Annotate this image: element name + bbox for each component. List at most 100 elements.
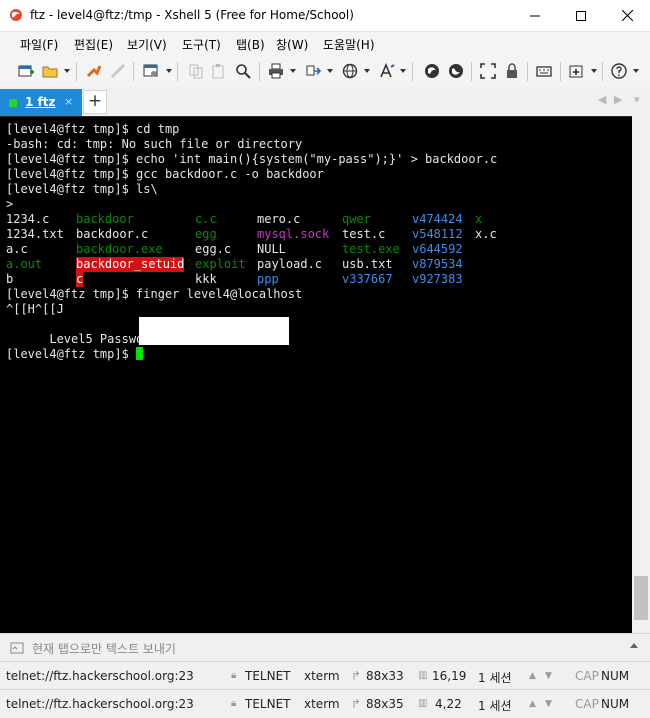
ls-entry: b (6, 272, 14, 286)
chevron-down-icon[interactable] (290, 69, 296, 73)
ls-entry: egg.c (195, 242, 232, 256)
copy-icon[interactable] (188, 63, 204, 79)
ls-entry: qwer (342, 212, 371, 226)
new-tab-icon[interactable] (569, 63, 585, 79)
menu-window[interactable]: 창(W) (276, 36, 308, 53)
ls-entry: exploit (195, 257, 246, 271)
status-sessions: 1 세션 (478, 699, 512, 713)
chevron-down-icon[interactable] (327, 69, 333, 73)
tab-menu-icon[interactable]: ▾ (634, 93, 640, 106)
status-terminal-type: xterm (304, 669, 340, 683)
ls-entry: v644592 (412, 242, 463, 256)
ls-entry: ppp (257, 272, 279, 286)
menu-help[interactable]: 도움말(H) (323, 36, 375, 53)
chevron-up-icon[interactable] (630, 643, 638, 648)
compose-bar[interactable]: 현재 탭으로만 텍스트 보내기 (0, 633, 650, 662)
toolbar-separator (602, 62, 603, 81)
status-num: NUM (601, 697, 630, 711)
add-tab-button[interactable]: + (83, 90, 107, 114)
arrow-up-icon[interactable]: ▲ (529, 671, 536, 681)
ls-row: a.out backdoor_setuid exploit payload.c … (6, 257, 497, 272)
globe-icon[interactable] (342, 63, 358, 79)
properties-icon[interactable] (143, 63, 159, 79)
title-bar: ftz - level4@ftz:/tmp - Xshell 5 (Free f… (0, 0, 650, 32)
ls-entry: v879534 (412, 257, 463, 271)
transfer-icon[interactable] (305, 63, 321, 79)
tab-label: 1 ftz (25, 95, 56, 109)
terminal-area[interactable]: [level4@ftz tmp]$ cd tmp -bash: cd: tmp:… (0, 116, 632, 633)
toolbar-separator (412, 62, 413, 81)
toolbar-separator (259, 62, 260, 81)
toolbar (0, 56, 650, 88)
status-address: telnet://ftz.hackerschool.org:23 (6, 669, 194, 683)
status-cursor: 4,22 (435, 697, 462, 711)
tab-ftz[interactable]: 1 ftz × (0, 89, 82, 116)
paste-icon[interactable] (210, 63, 226, 79)
chevron-down-icon[interactable] (400, 69, 406, 73)
ls-entry: v927383 (412, 272, 463, 286)
arrow-up-icon[interactable]: ▲ (529, 699, 536, 709)
menu-tools[interactable]: 도구(T) (182, 36, 221, 53)
maximize-button[interactable] (558, 0, 604, 31)
minimize-button[interactable] (512, 0, 558, 31)
compose-input[interactable]: 현재 탭으로만 텍스트 보내기 (32, 640, 176, 657)
arrow-down-icon[interactable]: ▼ (545, 671, 552, 681)
ls-entry: v474424 (412, 212, 463, 226)
ls-row: 1234.txt backdoor.c egg mysql.sock test.… (6, 227, 497, 242)
menu-view[interactable]: 보기(V) (127, 36, 167, 53)
xshell-red-icon[interactable] (448, 63, 464, 79)
terminal-line: ^[[H^[[J (6, 302, 64, 316)
terminal-line: [level4@ftz tmp]$ gcc backdoor.c -o back… (6, 167, 324, 181)
reconnect-icon[interactable] (86, 63, 102, 79)
xftp-icon[interactable] (424, 63, 440, 79)
ls-entry: usb.txt (342, 257, 393, 271)
ls-row: b c kkk ppp v337667 v927383 (6, 272, 497, 287)
ls-entry: mysql.sock (257, 227, 330, 241)
shell-prompt: [level4@ftz tmp]$ (6, 347, 137, 361)
chevron-down-icon[interactable] (591, 69, 597, 73)
scrollbar-thumb[interactable] (634, 576, 648, 620)
status-bar: telnet://ftz.hackerschool.org:23 🔒︎ TELN… (0, 689, 650, 718)
close-button[interactable] (604, 0, 650, 31)
fullscreen-icon[interactable] (480, 63, 496, 79)
chevron-down-icon[interactable] (166, 69, 172, 73)
open-folder-icon[interactable] (42, 63, 58, 79)
ls-entry: 1234.txt (6, 227, 64, 241)
terminal-scrollbar[interactable] (632, 116, 650, 632)
cursor-pos-icon: ▥ (418, 670, 428, 681)
lock-icon[interactable] (504, 63, 520, 79)
menu-tab[interactable]: 탭(B) (236, 36, 265, 53)
disconnect-icon[interactable] (110, 63, 126, 79)
font-icon[interactable] (379, 63, 395, 79)
menu-file[interactable]: 파일(F) (20, 36, 58, 53)
ls-entry: backdoor (76, 212, 134, 226)
cursor-pos-icon: ▥ (418, 698, 428, 709)
chevron-down-icon[interactable] (633, 69, 639, 73)
tab-next-icon[interactable]: ▶ (614, 93, 622, 106)
window-title: ftz - level4@ftz:/tmp - Xshell 5 (Free f… (30, 8, 354, 22)
arrow-down-icon[interactable]: ▼ (545, 699, 552, 709)
search-icon[interactable] (235, 63, 251, 79)
ls-entry: 1234.c (6, 212, 50, 226)
terminal-line: [level4@ftz tmp]$ ls\ (6, 182, 158, 196)
tab-strip: 1 ftz × + ◀ ▶ ▾ (0, 87, 650, 116)
password-line: Level5 Password is (6, 317, 497, 346)
new-session-icon[interactable] (18, 63, 34, 79)
status-protocol: TELNET (245, 697, 291, 711)
ls-entry: test.exe (342, 242, 400, 256)
keyboard-icon[interactable] (536, 63, 552, 79)
chevron-down-icon[interactable] (364, 69, 370, 73)
maximize-icon (576, 10, 586, 21)
print-icon[interactable] (268, 63, 284, 79)
menu-edit[interactable]: 편집(E) (74, 36, 113, 53)
compose-icon[interactable] (10, 641, 24, 655)
terminal-cursor (136, 347, 144, 360)
tab-close-icon[interactable]: × (64, 95, 73, 108)
ls-entry: payload.c (257, 257, 323, 271)
prompt-line: [level4@ftz tmp]$ (6, 347, 497, 362)
chevron-down-icon[interactable] (64, 69, 70, 73)
help-icon[interactable] (611, 63, 627, 79)
terminal-line: -bash: cd: tmp: No such file or director… (6, 137, 303, 151)
tab-prev-icon[interactable]: ◀ (598, 93, 606, 106)
